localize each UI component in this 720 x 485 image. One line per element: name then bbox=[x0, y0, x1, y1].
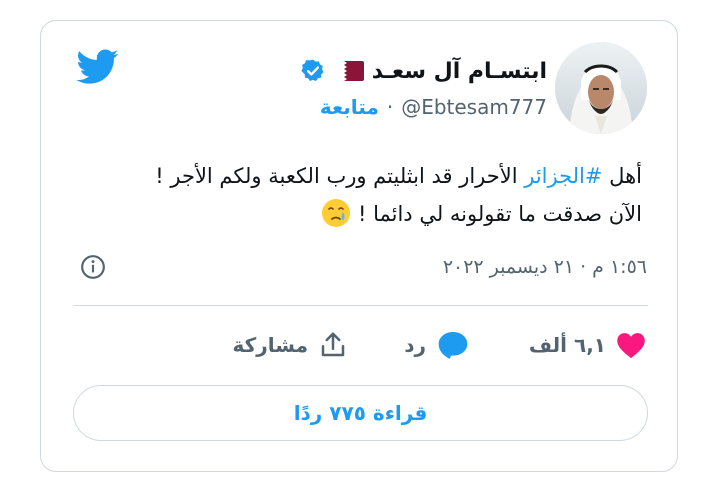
tweet-text-line-2: الآن صدقت ما تقولونه لي دائما ! bbox=[70, 195, 642, 233]
heart-icon bbox=[617, 333, 645, 359]
reply-label: رد bbox=[404, 333, 426, 357]
twitter-bird-icon[interactable] bbox=[73, 45, 123, 87]
info-icon[interactable] bbox=[80, 254, 106, 280]
author-display-name[interactable]: ابتسـام آل سعـد bbox=[372, 59, 547, 84]
author-handle[interactable]: @Ebtesam777 bbox=[401, 95, 547, 119]
tweet-text-prefix: أهل bbox=[602, 164, 642, 188]
like-button[interactable]: ٦,١ ألف bbox=[529, 327, 646, 363]
read-replies-label: قراءة ٧٧٥ ردًا bbox=[293, 401, 428, 425]
follow-button[interactable]: متابعة bbox=[320, 95, 379, 119]
tweet-text-line2: الآن صدقت ما تقولونه لي دائما ! bbox=[351, 202, 642, 226]
verified-badge-icon bbox=[301, 59, 324, 81]
qatar-flag-icon bbox=[333, 61, 364, 81]
avatar[interactable] bbox=[555, 42, 647, 134]
tweet-text: أهل #الجزائر الأحرار قد ابثليتم ورب الكع… bbox=[70, 157, 642, 233]
tweet-text-line-1: أهل #الجزائر الأحرار قد ابثليتم ورب الكع… bbox=[70, 157, 642, 195]
share-label: مشاركة bbox=[232, 333, 308, 357]
speech-bubble-icon bbox=[438, 332, 468, 359]
like-count: ٦,١ ألف bbox=[528, 333, 606, 357]
tweet-timestamp[interactable]: ١:٥٦ م · ٢١ ديسمبر ٢٠٢٢ bbox=[443, 256, 647, 278]
author-name-row: ابتسـام آل سعـد bbox=[300, 55, 547, 87]
avatar-image bbox=[555, 42, 647, 134]
separator-dot: · bbox=[386, 95, 394, 119]
tweet-text-line1-rest: الأحرار قد ابثليتم ورب الكعبة ولكم الأجر… bbox=[155, 164, 525, 188]
divider bbox=[73, 305, 648, 306]
author-handle-row: @Ebtesam777 · متابعة bbox=[320, 92, 547, 122]
share-button[interactable]: مشاركة bbox=[232, 327, 348, 363]
hashtag-link[interactable]: #الجزائر bbox=[524, 164, 602, 188]
reply-button[interactable]: رد bbox=[404, 327, 470, 363]
share-upload-icon bbox=[321, 332, 345, 357]
crying-face-emoji bbox=[322, 199, 351, 227]
read-replies-button[interactable]: قراءة ٧٧٥ ردًا bbox=[73, 385, 648, 441]
